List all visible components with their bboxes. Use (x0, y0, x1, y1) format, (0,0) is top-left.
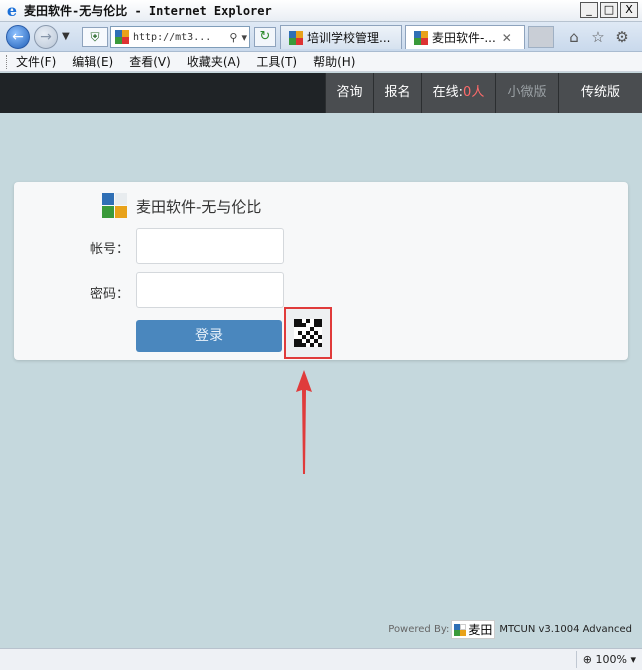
menu-favorites[interactable]: 收藏夹(A) (187, 53, 241, 70)
footer-logo-text: 麦田 (468, 623, 493, 637)
tab-favicon-icon (289, 30, 303, 45)
brand-name: 麦田软件-无与伦比 (136, 198, 262, 216)
zoom-magnifier-icon: ⊕ (582, 653, 593, 666)
classic-version-link[interactable]: 传统版 (558, 73, 642, 113)
menu-bar: 文件(F) 编辑(E) 查看(V) 收藏夹(A) 工具(T) 帮助(H) (0, 52, 642, 72)
gear-icon[interactable]: ⚙ (612, 27, 632, 47)
brand-logo-icon (102, 193, 128, 219)
red-arrow-annotation-icon (296, 370, 312, 474)
window-title: 麦田软件-无与伦比 - Internet Explorer (24, 4, 272, 18)
address-input[interactable]: http://mt3... (133, 32, 227, 43)
status-bar: ⊕ 100% ▾ (0, 648, 642, 670)
window-titlebar: e 麦田软件-无与伦比 - Internet Explorer _ □ X (0, 0, 642, 22)
qr-code-highlight[interactable] (284, 307, 332, 359)
arrow-right-icon: → (40, 29, 52, 45)
mini-version-link[interactable]: 小微版 (495, 73, 558, 113)
address-dropdown-icon[interactable]: ▾ (239, 31, 249, 44)
restore-button[interactable]: □ (600, 2, 618, 18)
tab-training-school[interactable]: 培训学校管理... (280, 25, 402, 49)
menu-view[interactable]: 查看(V) (129, 53, 171, 70)
refresh-button[interactable]: ↻ (254, 27, 276, 47)
password-label: 密码： (90, 287, 130, 302)
tab-favicon-icon (414, 30, 428, 45)
zoom-dropdown-icon[interactable]: ▾ (630, 653, 636, 666)
compat-view-button[interactable]: ⛨ (82, 27, 108, 47)
minimize-button[interactable]: _ (580, 2, 598, 18)
history-dropdown-icon[interactable]: ▼ (62, 31, 70, 42)
menu-file[interactable]: 文件(F) (16, 53, 56, 70)
ie-logo-icon: e (6, 0, 18, 20)
version-text: MTCUN v3.1004 Advanced (499, 624, 632, 635)
signup-link[interactable]: 报名 (373, 73, 421, 113)
tab-maitian[interactable]: 麦田软件-... ✕ (405, 25, 525, 49)
tab-label: 培训学校管理... (307, 31, 391, 45)
login-card: 麦田软件-无与伦比 帐号： 密码： 登录 (14, 182, 628, 360)
home-icon[interactable]: ⌂ (564, 27, 584, 47)
footer-logo-icon (454, 623, 467, 636)
consult-link[interactable]: 咨询 (325, 73, 373, 113)
tab-label: 麦田软件-... (432, 31, 496, 45)
search-icon[interactable]: ⚲ (227, 31, 239, 44)
menu-grip (6, 54, 8, 69)
online-label: 在线: (432, 85, 464, 100)
online-count: 0人 (463, 85, 485, 100)
page-footer: Powered By: 麦田 MTCUN v3.1004 Advanced (388, 620, 632, 639)
back-button[interactable]: ← (6, 25, 30, 49)
zoom-control[interactable]: ⊕ 100% ▾ (575, 651, 636, 668)
password-input[interactable] (136, 272, 284, 308)
tab-close-icon[interactable]: ✕ (502, 31, 512, 45)
footer-logo: 麦田 (451, 620, 496, 639)
arrow-left-icon: ← (12, 29, 24, 45)
favorites-star-icon[interactable]: ☆ (588, 27, 608, 47)
shield-icon: ⛨ (90, 30, 100, 44)
menu-tools[interactable]: 工具(T) (256, 53, 297, 70)
window-controls: _ □ X (580, 2, 638, 18)
site-favicon-icon (115, 30, 129, 44)
forward-button[interactable]: → (34, 25, 58, 49)
zoom-level: 100% (595, 653, 627, 666)
refresh-icon: ↻ (259, 29, 271, 44)
address-bar[interactable]: http://mt3... ⚲ ▾ (110, 26, 250, 48)
new-tab-button[interactable] (528, 26, 554, 48)
powered-by-label: Powered By: (388, 624, 450, 635)
login-button[interactable]: 登录 (136, 320, 282, 352)
account-input[interactable] (136, 228, 284, 264)
browser-navbar: ← → ▼ ⛨ http://mt3... ⚲ ▾ ↻ 培训学校管理... 麦田… (0, 22, 642, 52)
account-label: 帐号： (90, 242, 130, 257)
menu-help[interactable]: 帮助(H) (313, 53, 355, 70)
site-header: 咨询 报名 在线:0人 小微版 传统版 (0, 73, 642, 113)
online-status: 在线:0人 (421, 73, 495, 113)
close-window-button[interactable]: X (620, 2, 638, 18)
menu-edit[interactable]: 编辑(E) (72, 53, 113, 70)
qr-code-icon[interactable] (294, 319, 322, 347)
